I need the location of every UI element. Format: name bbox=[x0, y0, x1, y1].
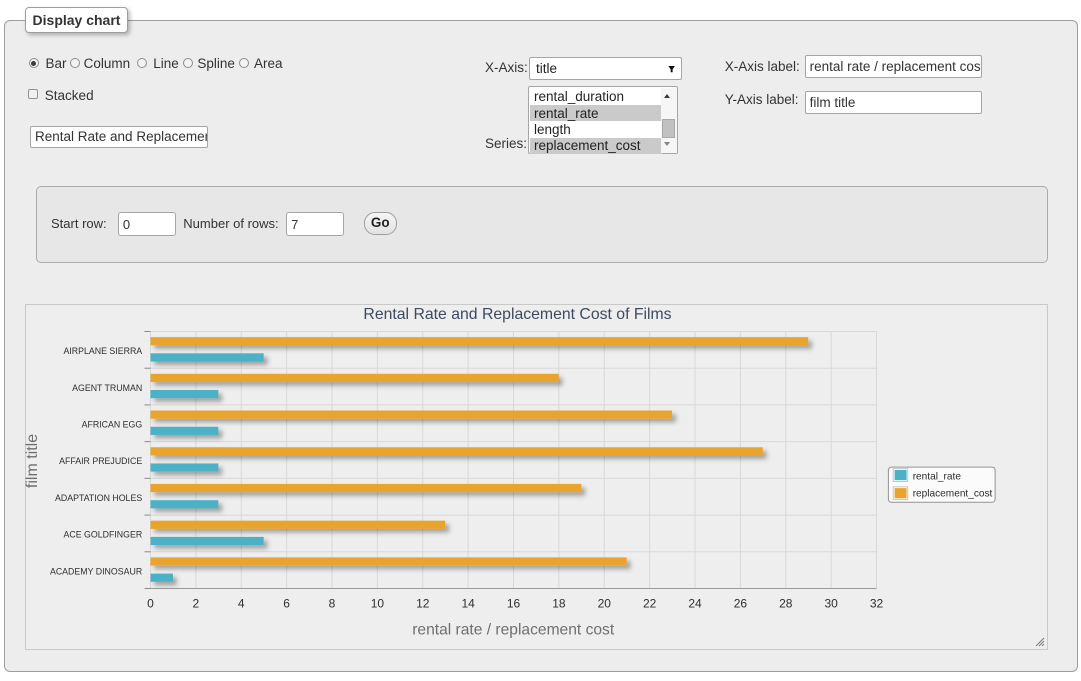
svg-text:14: 14 bbox=[461, 597, 475, 611]
svg-text:28: 28 bbox=[779, 597, 793, 611]
svg-text:30: 30 bbox=[824, 597, 838, 611]
svg-text:4: 4 bbox=[238, 597, 245, 611]
svg-text:2: 2 bbox=[193, 597, 200, 611]
svg-text:8: 8 bbox=[329, 597, 336, 611]
svg-text:AFRICAN EGG: AFRICAN EGG bbox=[82, 419, 143, 429]
svg-text:22: 22 bbox=[643, 597, 657, 611]
svg-text:16: 16 bbox=[507, 597, 521, 611]
svg-text:AFFAIR PREJUDICE: AFFAIR PREJUDICE bbox=[59, 456, 142, 466]
svg-text:replacement_cost: replacement_cost bbox=[913, 489, 993, 500]
svg-text:6: 6 bbox=[283, 597, 290, 611]
svg-text:film title: film title bbox=[25, 434, 41, 488]
svg-text:AGENT TRUMAN: AGENT TRUMAN bbox=[72, 383, 142, 393]
svg-text:24: 24 bbox=[688, 597, 702, 611]
svg-text:ACADEMY DINOSAUR: ACADEMY DINOSAUR bbox=[50, 566, 142, 576]
svg-text:18: 18 bbox=[552, 597, 566, 611]
svg-text:ACE GOLDFINGER: ACE GOLDFINGER bbox=[63, 530, 142, 540]
svg-text:ADAPTATION HOLES: ADAPTATION HOLES bbox=[55, 493, 142, 503]
svg-text:32: 32 bbox=[870, 597, 884, 611]
svg-text:0: 0 bbox=[147, 597, 154, 611]
svg-text:AIRPLANE SIERRA: AIRPLANE SIERRA bbox=[63, 346, 142, 356]
svg-text:12: 12 bbox=[416, 597, 430, 611]
svg-text:Rental Rate and Replacement Co: Rental Rate and Replacement Cost of Film… bbox=[363, 306, 671, 323]
svg-text:10: 10 bbox=[371, 597, 385, 611]
svg-text:20: 20 bbox=[598, 597, 612, 611]
svg-text:rental_rate: rental_rate bbox=[913, 471, 962, 482]
svg-text:26: 26 bbox=[734, 597, 748, 611]
svg-text:rental rate / replacement cost: rental rate / replacement cost bbox=[412, 622, 615, 639]
